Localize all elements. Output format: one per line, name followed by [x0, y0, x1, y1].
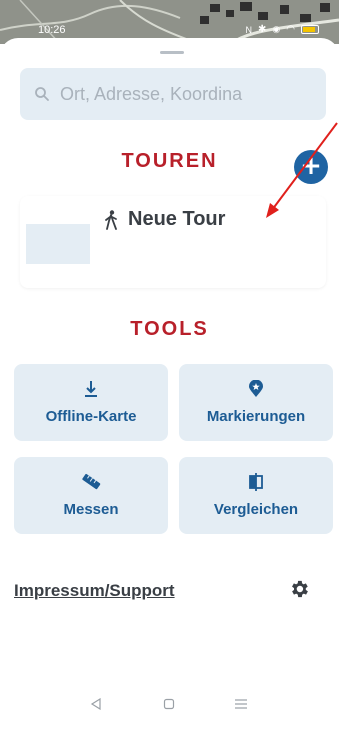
compare-button[interactable]: Vergleichen: [179, 457, 333, 534]
offline-map-label: Offline-Karte: [45, 408, 137, 425]
location-icon: ◉: [272, 24, 281, 34]
touren-heading: TOUREN: [121, 150, 218, 172]
home-icon[interactable]: [163, 698, 175, 710]
drag-handle[interactable]: [160, 51, 184, 54]
ruler-icon: [82, 473, 101, 490]
bluetooth-icon: ✱: [258, 24, 267, 35]
tour-thumbnail: [26, 224, 90, 264]
offline-map-button[interactable]: Offline-Karte: [14, 364, 168, 441]
tour-list-item[interactable]: Neue Tour: [20, 196, 326, 288]
gear-icon[interactable]: [288, 578, 310, 600]
markers-label: Markierungen: [206, 408, 306, 425]
search-placeholder: Ort, Adresse, Koordina: [60, 83, 243, 104]
plus-icon: +: [300, 151, 322, 181]
status-icons: N ✱ ◉ ◠: [246, 24, 319, 35]
hiker-icon: [105, 209, 117, 230]
back-icon[interactable]: [90, 698, 102, 710]
compare-icon: [249, 473, 263, 491]
nfc-icon: N: [245, 24, 253, 35]
system-nav-bar: [0, 690, 339, 720]
add-tour-button[interactable]: +: [294, 150, 328, 184]
menu-icon[interactable]: [234, 698, 248, 710]
battery-icon: [301, 25, 319, 34]
compare-label: Vergleichen: [213, 501, 299, 518]
measure-label: Messen: [63, 501, 119, 518]
bottom-sheet: Ort, Adresse, Koordina TOUREN + Neue Tou…: [0, 38, 339, 740]
search-input[interactable]: Ort, Adresse, Koordina: [20, 68, 326, 120]
wifi-icon: ◠: [286, 24, 295, 35]
markers-button[interactable]: Markierungen: [179, 364, 333, 441]
measure-button[interactable]: Messen: [14, 457, 168, 534]
search-icon: [35, 87, 49, 101]
status-time: 10:26: [38, 24, 66, 36]
tour-name: Neue Tour: [128, 208, 226, 230]
map-marker-star-icon: [249, 380, 263, 397]
tools-heading: TOOLS: [130, 318, 209, 340]
impressum-support-link[interactable]: Impressum/Support: [14, 581, 175, 601]
download-icon: [85, 381, 97, 397]
tour-title-row: Neue Tour: [104, 208, 225, 231]
